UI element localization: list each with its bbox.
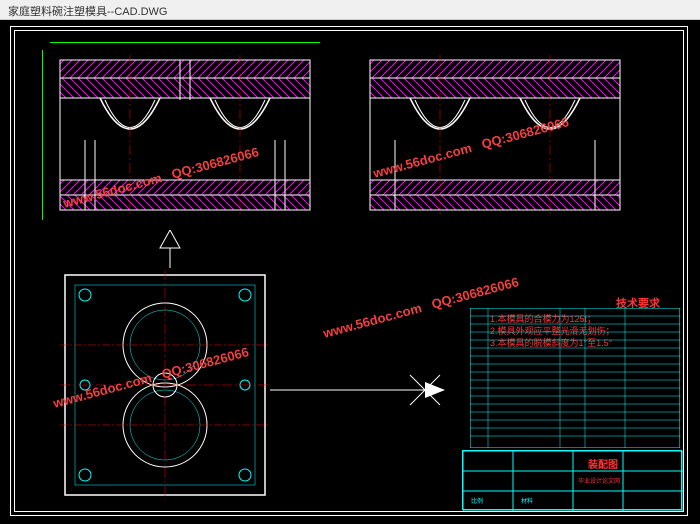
drawing-canvas[interactable]: 技术要求 1.本模具的合模力为125t； 2.模具外观应平整光滑无划伤； 3.本… xyxy=(0,20,700,524)
bom-table xyxy=(470,308,680,448)
drawing-name: 装配图 xyxy=(588,456,618,471)
window-titlebar: 家庭塑料碗注塑模具--CAD.DWG xyxy=(0,0,700,20)
dimension-line xyxy=(42,50,43,220)
section-cut-line xyxy=(270,370,450,410)
dimension-line xyxy=(50,42,320,43)
title-block: 装配图 毕业设计论文网 比例 材料 xyxy=(462,450,682,510)
material-label: 材料 xyxy=(521,496,533,505)
company-name: 毕业设计论文网 xyxy=(578,476,620,485)
title-text: 家庭塑料碗注塑模具--CAD.DWG xyxy=(8,6,168,18)
scale-label: 比例 xyxy=(471,496,483,505)
section-arrow-down xyxy=(155,230,185,270)
